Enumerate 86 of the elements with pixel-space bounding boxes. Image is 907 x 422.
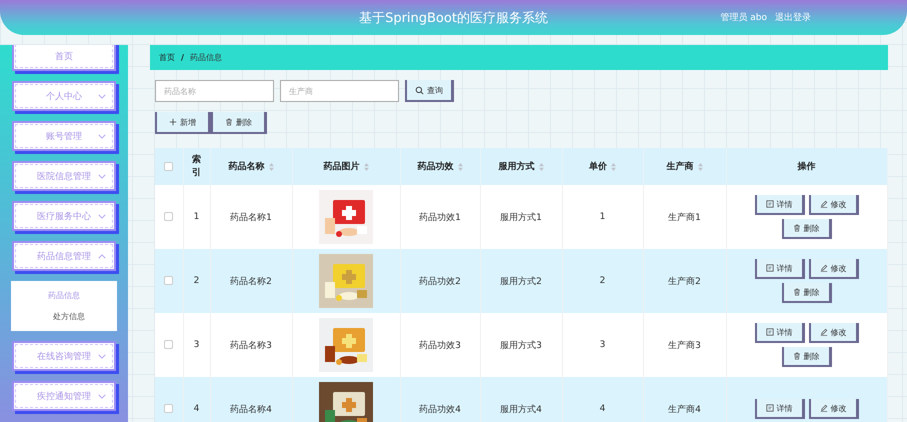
document-icon bbox=[766, 200, 774, 208]
details-button[interactable]: 详情 bbox=[754, 399, 804, 419]
table-cell: 4 bbox=[600, 404, 606, 414]
sort-icon[interactable] bbox=[458, 162, 462, 170]
table-cell: 3 bbox=[194, 340, 200, 350]
search-field[interactable]: 生产商 bbox=[280, 80, 399, 102]
details-button[interactable]: 详情 bbox=[754, 323, 804, 343]
chevron-down-icon bbox=[98, 134, 106, 139]
table-cell: 2 bbox=[194, 276, 200, 286]
edit-button[interactable]: 修改 bbox=[808, 259, 858, 279]
chevron-down-icon bbox=[98, 354, 106, 359]
pencil-icon bbox=[820, 328, 828, 336]
chevron-down-icon bbox=[98, 174, 106, 179]
trash-icon bbox=[225, 118, 233, 126]
breadcrumb-item[interactable]: 首页 bbox=[159, 52, 175, 63]
user-label: 管理员 abo bbox=[720, 12, 767, 24]
table-cell: 服用方式4 bbox=[500, 404, 542, 414]
table-cell: 生产商4 bbox=[668, 404, 701, 414]
table-cell: 药品功效3 bbox=[419, 340, 461, 350]
column-header: 药品图片 bbox=[324, 160, 360, 173]
row-checkbox[interactable] bbox=[164, 212, 174, 222]
document-icon bbox=[766, 404, 774, 412]
trash-icon bbox=[792, 352, 800, 360]
select-all-checkbox[interactable] bbox=[164, 162, 174, 171]
chevron-up-icon bbox=[98, 254, 106, 259]
table-cell: 药品功效4 bbox=[419, 404, 461, 414]
table-cell: 药品功效2 bbox=[419, 276, 461, 286]
pencil-icon bbox=[820, 200, 828, 208]
row-checkbox[interactable] bbox=[164, 276, 174, 286]
pencil-icon bbox=[820, 404, 828, 412]
edit-button[interactable]: 修改 bbox=[808, 399, 858, 419]
trash-icon bbox=[792, 224, 800, 232]
table-cell: 4 bbox=[194, 404, 200, 414]
submenu-item[interactable]: 处方信息 bbox=[43, 306, 85, 327]
edit-button[interactable]: 修改 bbox=[808, 323, 858, 343]
table-cell: 1 bbox=[194, 212, 200, 222]
trash-icon bbox=[792, 288, 800, 296]
table-cell: 3 bbox=[600, 340, 606, 350]
column-header: 药品名称 bbox=[228, 160, 264, 173]
chevron-down-icon bbox=[98, 214, 106, 219]
pencil-icon bbox=[820, 264, 828, 272]
table-cell: 服用方式1 bbox=[500, 212, 542, 222]
search-icon bbox=[415, 86, 424, 94]
app-title: 基于SpringBoot的医疗服务系统 bbox=[359, 10, 548, 26]
table-cell: 药品名称1 bbox=[230, 212, 272, 222]
chevron-down-icon bbox=[98, 94, 106, 99]
column-header: 药品功效 bbox=[418, 160, 454, 173]
table-cell: 药品名称3 bbox=[230, 340, 272, 350]
search-button[interactable]: 查询 bbox=[405, 80, 454, 102]
document-icon bbox=[766, 328, 774, 336]
edit-button[interactable]: 修改 bbox=[808, 195, 858, 215]
sort-icon[interactable] bbox=[538, 162, 544, 170]
table-cell: 生产商3 bbox=[668, 340, 701, 350]
table-cell: 药品名称2 bbox=[230, 276, 272, 286]
delete-button[interactable]: 删除 bbox=[782, 283, 832, 303]
row-checkbox[interactable] bbox=[164, 404, 174, 414]
table-cell: 生产商1 bbox=[668, 212, 701, 222]
sort-icon[interactable] bbox=[698, 162, 702, 170]
column-header: 服用方式 bbox=[498, 160, 534, 173]
column-header: 单价 bbox=[589, 160, 607, 173]
delete-button[interactable]: 删除 bbox=[211, 112, 267, 134]
column-header: 操作 bbox=[798, 160, 816, 173]
table-cell: 服用方式3 bbox=[500, 340, 542, 350]
breadcrumb-item[interactable]: 药品信息 bbox=[190, 52, 222, 63]
table-cell: 服用方式2 bbox=[500, 276, 542, 286]
delete-button[interactable]: 删除 bbox=[782, 219, 832, 239]
breadcrumb-separator: / bbox=[181, 53, 184, 62]
column-header: 索引 bbox=[192, 154, 202, 180]
sort-icon[interactable] bbox=[364, 162, 368, 170]
details-button[interactable]: 详情 bbox=[754, 259, 804, 279]
sort-icon[interactable] bbox=[611, 162, 616, 170]
details-button[interactable]: 详情 bbox=[754, 195, 804, 215]
add-button[interactable]: 新增 bbox=[155, 112, 211, 134]
column-header: 生产商 bbox=[666, 160, 694, 173]
search-field[interactable]: 药品名称 bbox=[155, 80, 274, 102]
delete-button[interactable]: 删除 bbox=[782, 347, 832, 367]
document-icon bbox=[766, 264, 774, 272]
table-cell: 1 bbox=[600, 212, 606, 222]
chevron-down-icon bbox=[98, 394, 106, 399]
table-cell: 药品名称4 bbox=[230, 404, 272, 414]
plus-icon bbox=[169, 118, 177, 126]
sort-icon[interactable] bbox=[268, 162, 274, 170]
table-cell: 生产商2 bbox=[668, 276, 701, 286]
table-cell: 2 bbox=[600, 276, 606, 286]
row-checkbox[interactable] bbox=[164, 340, 174, 350]
table-cell: 药品功效1 bbox=[419, 212, 461, 222]
